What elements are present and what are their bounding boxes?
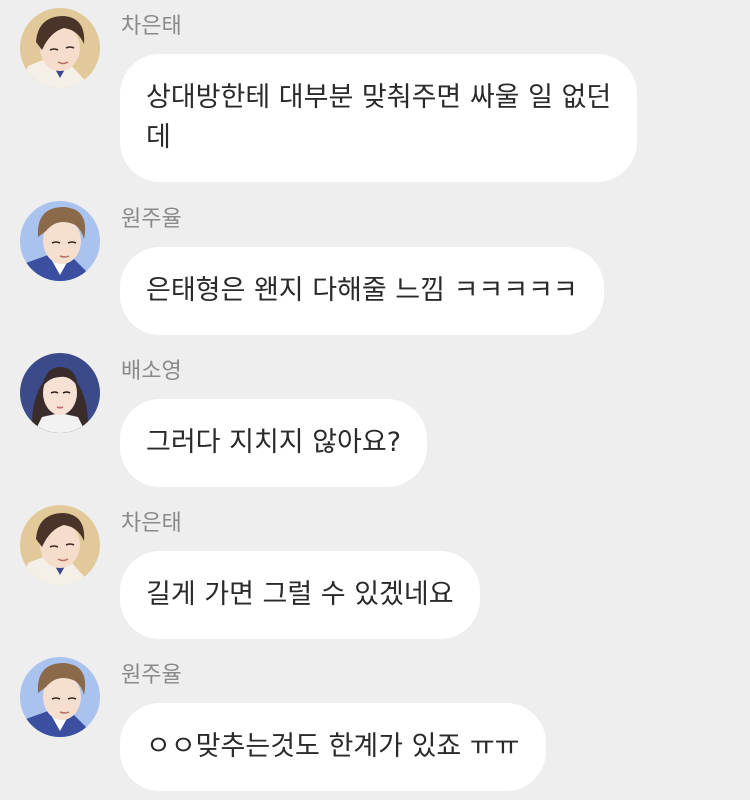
message-bubble: 그러다 지치지 않아요? [120, 399, 428, 487]
sender-name: 차은태 [121, 14, 182, 39]
sender-name: 원주율 [121, 207, 182, 232]
sender-name: 원주율 [121, 663, 182, 688]
cha-eun-tae-avatar-icon[interactable] [20, 505, 100, 585]
message-bubble: 길게 가면 그럴 수 있겠네요 [120, 551, 480, 639]
message-bubble: 은태형은 왠지 다해줄 느낌 ㅋㅋㅋㅋㅋ [120, 247, 604, 335]
message-bubble: 상대방한테 대부분 맞춰주면 싸울 일 없던 데 [120, 54, 638, 182]
message-bubble: ㅇㅇ맞추는것도 한계가 있죠 ㅠㅠ [120, 703, 546, 791]
won-ju-yul-avatar-icon[interactable] [20, 201, 100, 281]
bae-so-young-avatar-icon[interactable] [20, 353, 100, 433]
won-ju-yul-avatar-icon[interactable] [20, 657, 100, 737]
sender-name: 차은태 [121, 511, 182, 536]
cha-eun-tae-avatar-icon[interactable] [20, 8, 100, 88]
chat-message-list: 차은태 상대방한테 대부분 맞춰주면 싸울 일 없던 데 원주율 은태형은 왠지… [0, 0, 750, 800]
sender-name: 배소영 [121, 359, 182, 384]
